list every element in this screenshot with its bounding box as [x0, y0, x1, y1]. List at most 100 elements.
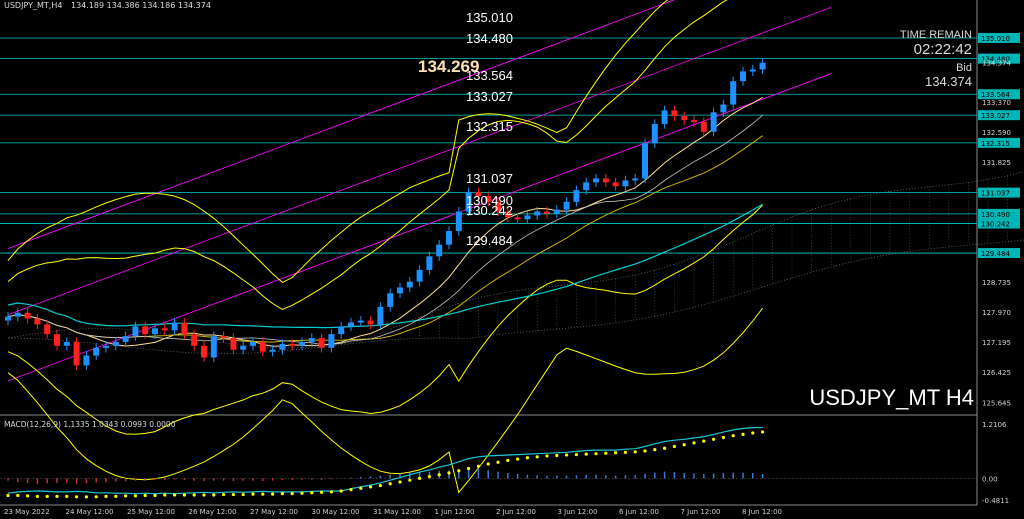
candle-body — [691, 120, 697, 123]
macd-axis-label: 1.2106 — [982, 421, 1007, 429]
candle-body — [83, 355, 90, 366]
macd-signal-dot — [378, 483, 382, 488]
candle-body — [651, 123, 658, 144]
macd-signal-dot — [84, 495, 88, 499]
candle-body — [299, 341, 305, 346]
macd-signal-dot — [35, 494, 40, 498]
macd-signal-dot — [271, 492, 275, 496]
macd-signal-dot — [712, 437, 716, 441]
candle-body — [759, 62, 766, 70]
candle-body — [230, 338, 237, 350]
macd-signal-dot — [731, 434, 735, 438]
macd-signal-dot — [516, 457, 520, 461]
candle-body — [279, 343, 286, 350]
time-axis-label: 3 Jun 12:00 — [558, 508, 598, 516]
macd-signal-dot — [359, 486, 363, 490]
price-axis-label: 127.970 — [982, 309, 1011, 317]
macd-signal-dot — [496, 460, 500, 464]
macd-signal-dot — [506, 458, 510, 463]
bid-label: Bid — [956, 62, 972, 74]
candle-body — [93, 347, 100, 356]
macd-signal-dot — [369, 485, 373, 489]
price-axis-label: 133.370 — [982, 99, 1011, 107]
ichimoku-cloud — [7, 171, 1024, 355]
macd-signal-dot — [761, 430, 765, 434]
macd-signal-dot — [104, 494, 108, 498]
candle-body — [73, 341, 80, 366]
level-label-132315: 132.315 — [466, 119, 513, 134]
candle-body — [700, 122, 707, 132]
price-axis-label: 128.735 — [982, 279, 1011, 287]
macd-signal-dot — [202, 493, 206, 497]
candle-body — [191, 334, 198, 346]
time-remain-value: 02:22:42 — [913, 41, 972, 58]
candle-body — [318, 338, 325, 348]
price-axis-label: 131.825 — [982, 159, 1011, 167]
candle-body — [671, 110, 678, 117]
candle-body — [406, 281, 413, 288]
macd-line — [7, 426, 763, 495]
candle-body — [661, 110, 668, 124]
candle-body — [436, 244, 443, 257]
macd-signal-dot — [643, 449, 647, 453]
macd-signal-dot — [555, 453, 559, 458]
macd-signal-dot — [663, 446, 667, 450]
macd-signal-dot — [584, 452, 588, 456]
candle-body — [710, 112, 717, 132]
macd-axis-label: 0.00 — [982, 475, 998, 483]
chart-window: 135.010 134.480 133.564 133.027 132.315 131.0… — [0, 0, 1024, 519]
macd-signal-dot — [623, 450, 628, 454]
macd-signal-dot — [133, 494, 137, 498]
level-label-135010: 135.010 — [466, 10, 513, 25]
candle-body — [749, 69, 756, 72]
macd-signal-dot — [75, 495, 79, 499]
level-label-134480: 134.480 — [466, 31, 513, 46]
candle-body — [348, 322, 354, 327]
level-label-129484: 129.484 — [466, 233, 513, 248]
price-axis-label: 126.425 — [982, 369, 1011, 377]
level-tag-text: 131.037 — [981, 190, 1010, 198]
macd-signal-dot — [535, 455, 539, 459]
macd-signal-dot — [388, 482, 392, 486]
candle-body — [377, 306, 384, 325]
macd-signal-dot — [525, 456, 530, 460]
current-price-label: 134.269 — [418, 57, 480, 76]
time-axis-label: 26 May 12:00 — [189, 508, 237, 516]
macd-signal-dot — [682, 443, 686, 447]
macd-signal-dot — [467, 466, 471, 471]
candle-body — [171, 322, 178, 331]
macd-signal-dot — [320, 490, 324, 494]
candle-body — [446, 231, 452, 245]
bid-value: 134.374 — [925, 74, 972, 89]
time-axis-label: 30 May 12:00 — [312, 508, 360, 516]
candle-body — [54, 334, 60, 346]
candle-body — [426, 256, 433, 270]
candle-body — [367, 320, 374, 325]
level-tag-text: 135.010 — [981, 35, 1010, 43]
macd-signal-dot — [672, 444, 677, 449]
macd-signal-dot — [721, 435, 726, 440]
candle-body — [573, 190, 580, 202]
ohlc-readout: 134.189 134.386 134.186 134.374 — [70, 1, 211, 10]
macd-signal-dot — [633, 450, 637, 454]
level-tag-text: 130.490 — [981, 211, 1010, 219]
channel-line-0 — [7, 73, 832, 382]
level-tag-text: 129.484 — [981, 250, 1010, 258]
macd-signal-dot — [182, 493, 186, 497]
macd-signal-dot — [349, 488, 353, 492]
candle-body — [240, 345, 247, 350]
macd-signal-dot — [173, 493, 177, 497]
candle-body — [632, 178, 639, 181]
time-axis-label: 2 Jun 12:00 — [496, 508, 536, 516]
time-axis-label: 24 May 12:00 — [66, 508, 114, 516]
candle-body — [103, 345, 109, 348]
ma-fast — [7, 96, 763, 347]
candle-body — [397, 287, 403, 294]
macd-signal-dot — [751, 431, 755, 435]
candle-body — [220, 336, 227, 339]
candle-body — [259, 341, 266, 352]
bollinger-lower — [7, 204, 763, 435]
macd-signal-dot — [339, 489, 343, 493]
time-axis-label: 27 May 12:00 — [250, 508, 298, 516]
macd-signal-dot — [329, 490, 333, 494]
